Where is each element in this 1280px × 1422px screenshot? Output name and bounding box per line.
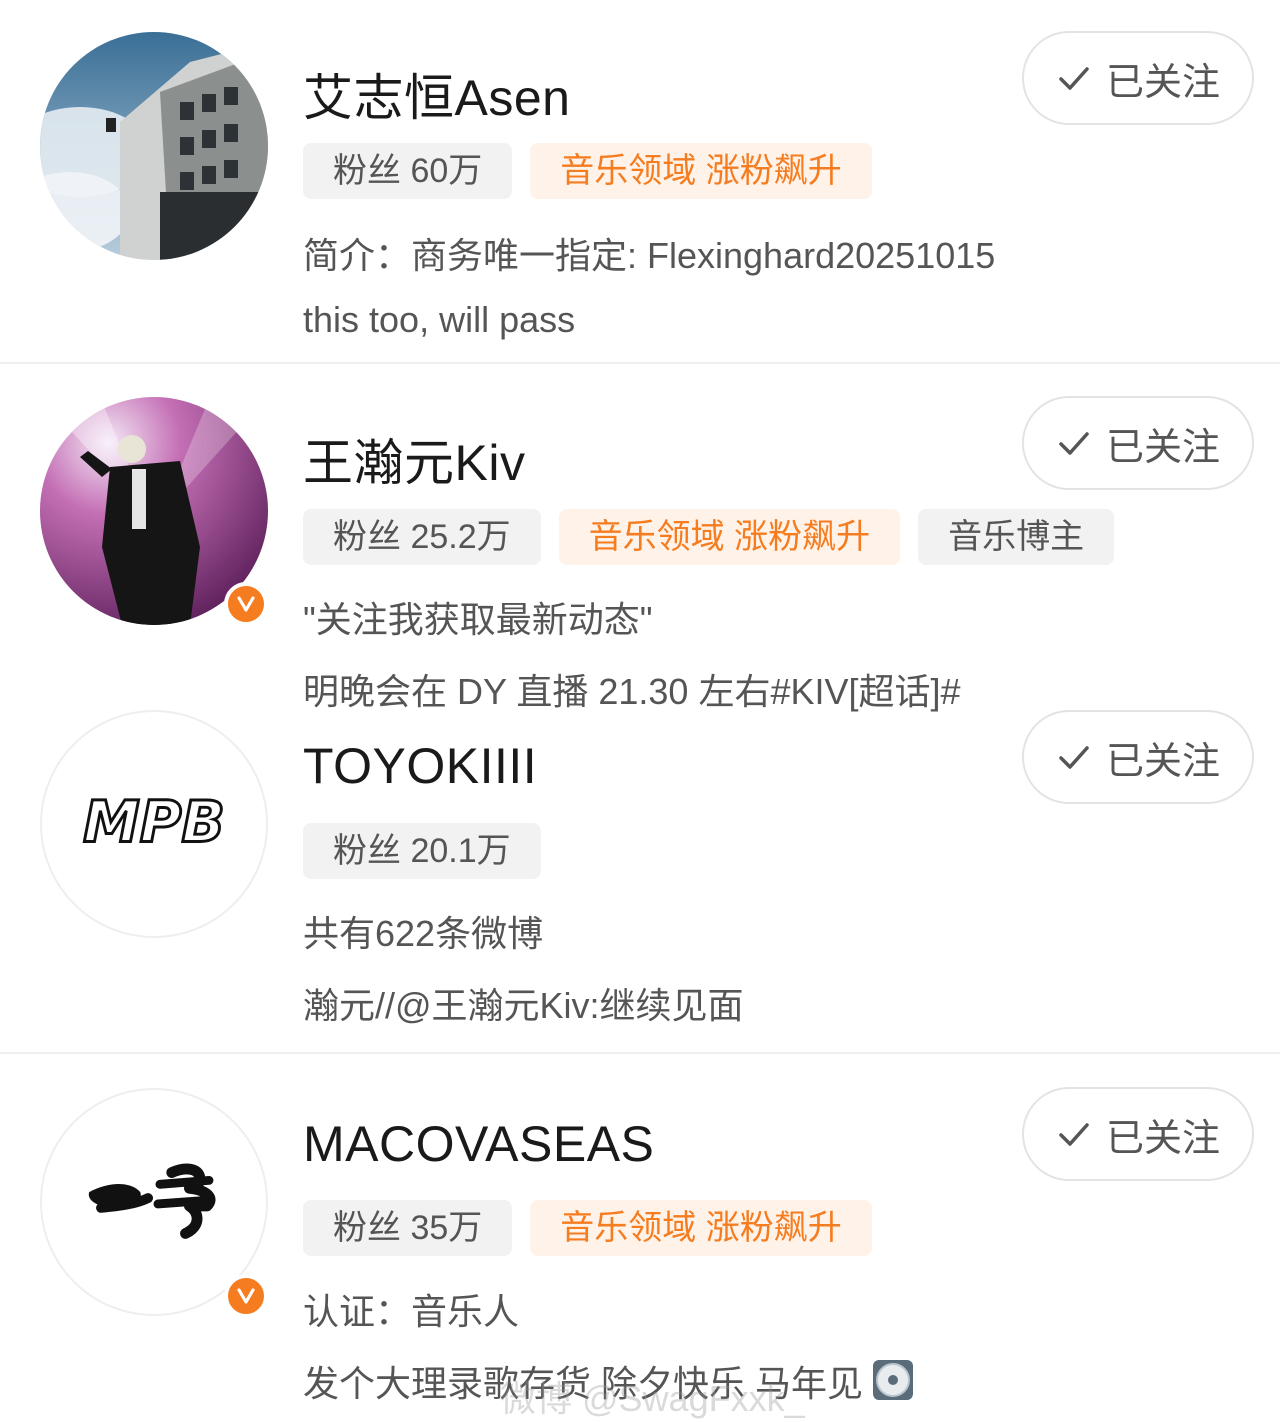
verified-badge-icon <box>224 582 268 626</box>
tag-row: 粉丝 25.2万 音乐领域 涨粉飙升 音乐博主 <box>303 509 1115 565</box>
tag-row: 粉丝 35万 音乐领域 涨粉飙升 <box>303 1200 872 1256</box>
divider <box>0 362 1280 364</box>
divider <box>0 1052 1280 1054</box>
rising-tag: 音乐领域 涨粉飙升 <box>530 1200 872 1256</box>
user-name[interactable]: MACOVASEAS <box>303 1115 654 1173</box>
user-bio: "关注我获取最新动态" <box>303 599 653 640</box>
mpb-logo-icon: MPB <box>82 788 227 857</box>
tag-row: 粉丝 20.1万 <box>303 823 541 879</box>
check-icon <box>1056 60 1092 96</box>
followed-button[interactable]: 已关注 <box>1022 1087 1254 1181</box>
avatar[interactable] <box>40 32 268 260</box>
rising-tag: 音乐领域 涨粉飙升 <box>530 143 872 199</box>
dvd-disc-icon <box>871 1358 915 1411</box>
avatar[interactable]: MPB <box>40 710 268 938</box>
tag-row: 粉丝 60万 音乐领域 涨粉飙升 <box>303 143 872 199</box>
user-name[interactable]: 艾志恒Asen <box>303 58 570 130</box>
user-status: 瀚元//@王瀚元Kiv:继续见面 <box>303 985 744 1026</box>
avatar-photo <box>40 32 268 260</box>
user-bio: 共有622条微博 <box>303 913 544 954</box>
check-icon <box>1056 425 1092 461</box>
fans-count-tag: 粉丝 20.1万 <box>303 823 541 879</box>
followed-label: 已关注 <box>1105 1117 1220 1160</box>
followed-label: 已关注 <box>1105 740 1220 783</box>
user-status: this too, will pass <box>303 299 576 340</box>
followed-label: 已关注 <box>1105 426 1220 469</box>
svg-text:MPB: MPB <box>83 790 225 856</box>
rising-tag: 音乐领域 涨粉飙升 <box>558 509 901 565</box>
check-icon <box>1056 1116 1092 1152</box>
watermark: 微博 @SwagFxxk_ <box>500 1378 805 1419</box>
fans-count-tag: 粉丝 35万 <box>303 1200 513 1256</box>
check-icon <box>1056 739 1092 775</box>
followed-label: 已关注 <box>1105 61 1220 104</box>
user-status: 明晚会在 DY 直播 21.30 左右#KIV[超话]# <box>303 671 961 712</box>
followed-button[interactable]: 已关注 <box>1022 31 1254 125</box>
user-name[interactable]: TOYOKIIII <box>303 737 537 795</box>
followed-button[interactable]: 已关注 <box>1022 710 1254 804</box>
followed-button[interactable]: 已关注 <box>1022 396 1254 490</box>
verified-badge-icon <box>224 1274 268 1318</box>
fans-count-tag: 粉丝 25.2万 <box>303 509 541 565</box>
fans-count-tag: 粉丝 60万 <box>303 143 513 199</box>
user-bio: 简介：商务唯一指定: Flexinghard20251015 <box>303 235 996 276</box>
user-name[interactable]: 王瀚元Kiv <box>303 423 525 495</box>
category-tag: 音乐博主 <box>918 509 1115 565</box>
user-verification: 认证：音乐人 <box>303 1291 520 1332</box>
